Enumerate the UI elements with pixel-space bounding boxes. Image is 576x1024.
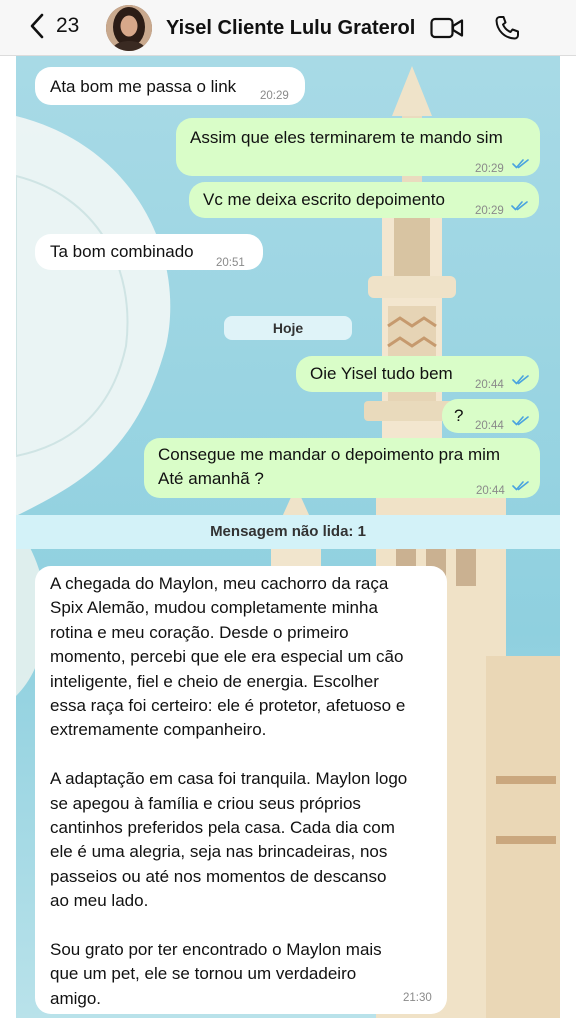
message-time: 20:29: [475, 205, 504, 217]
text-line: cantinhos preferidos pela casa. Cada dia…: [50, 818, 395, 838]
text-line: se apegou à família e criou seus próprio…: [50, 793, 361, 813]
text-line: ao meu lado.: [50, 891, 149, 911]
chat-header: 23 Yisel Cliente Lulu Graterol: [0, 0, 576, 56]
text-line: Sou grato por ter encontrado o Maylon ma…: [50, 940, 382, 960]
message-bubble-outgoing[interactable]: Vc me deixa escrito depoimento 20:29: [189, 182, 539, 218]
message-paragraph: A adaptação em casa foi tranquila. Maylo…: [50, 767, 433, 913]
message-text-line: Até amanhã ?: [158, 469, 264, 488]
unread-messages-banner: Mensagem não lida: 1: [16, 515, 560, 549]
text-line: essa raça foi certeiro: ele é protetor, …: [50, 696, 406, 716]
chevron-left-icon: [30, 13, 44, 39]
text-line: momento, percebi que ele era especial um…: [50, 647, 404, 667]
message-time: 20:44: [475, 420, 504, 432]
message-text: Ta bom combinado: [50, 242, 194, 261]
text-line: Spix Alemão, mudou completamente minha: [50, 598, 378, 618]
message-time: 20:44: [475, 379, 504, 391]
unread-count: 23: [56, 14, 80, 37]
message-text: ?: [454, 406, 464, 425]
double-check-icon: [511, 201, 528, 211]
text-line: inteligente, fiel e cheio de energia. Es…: [50, 671, 379, 691]
contact-name[interactable]: Yisel Cliente Lulu Graterol: [166, 17, 415, 40]
bottom-edge: [0, 1018, 576, 1024]
text-line: passeios ou até nos momentos de descanso: [50, 866, 387, 886]
text-line: que um pet, ele se tornou um verdadeiro: [50, 964, 357, 984]
message-bubble-outgoing[interactable]: Oie Yisel tudo bem 20:44: [296, 356, 539, 392]
message-time: 21:30: [403, 992, 432, 1004]
text-line: ele é uma alegria, seja nas brincadeiras…: [50, 842, 388, 862]
message-text: Assim que eles terminarem te mando sim: [190, 128, 503, 147]
message-time: 20:29: [260, 90, 289, 102]
text-line: amigo.: [50, 988, 102, 1008]
date-divider: Hoje: [224, 316, 352, 340]
message-text: Vc me deixa escrito depoimento: [203, 190, 445, 209]
message-bubble-outgoing[interactable]: ? 20:44: [442, 399, 539, 433]
message-text: Oie Yisel tudo bem: [310, 364, 453, 383]
message-bubble-outgoing[interactable]: Assim que eles terminarem te mando sim 2…: [176, 118, 540, 176]
message-bubble-incoming-long[interactable]: A chegada do Maylon, meu cachorro da raç…: [35, 566, 447, 1014]
text-line: A adaptação em casa foi tranquila. Maylo…: [50, 769, 408, 789]
message-bubble-outgoing[interactable]: Consegue me mandar o depoimento pra mim …: [144, 438, 540, 498]
double-check-icon: [512, 375, 529, 385]
double-check-icon: [512, 481, 529, 491]
double-check-icon: [512, 159, 529, 169]
message-text-line: Consegue me mandar o depoimento pra mim: [158, 445, 501, 464]
message-bubble-incoming[interactable]: Ata bom me passa o link 20:29: [35, 67, 305, 105]
video-camera-icon[interactable]: [430, 16, 464, 40]
message-text: Ata bom me passa o link: [50, 77, 237, 96]
text-line: rotina e meu coração. Desde o primeiro: [50, 622, 349, 642]
message-time: 20:44: [476, 485, 505, 497]
message-time: 20:29: [475, 163, 504, 175]
text-line: A chegada do Maylon, meu cachorro da raç…: [50, 574, 389, 593]
message-paragraph: Sou grato por ter encontrado o Maylon ma…: [50, 938, 433, 1011]
message-paragraph: A chegada do Maylon, meu cachorro da raç…: [50, 572, 433, 743]
message-bubble-incoming[interactable]: Ta bom combinado 20:51: [35, 234, 263, 270]
avatar[interactable]: [106, 5, 152, 51]
double-check-icon: [512, 416, 529, 426]
back-button[interactable]: 23: [28, 13, 79, 39]
phone-icon[interactable]: [493, 14, 521, 42]
text-line: extremamente companheiro.: [50, 720, 267, 740]
message-time: 20:51: [216, 257, 245, 269]
